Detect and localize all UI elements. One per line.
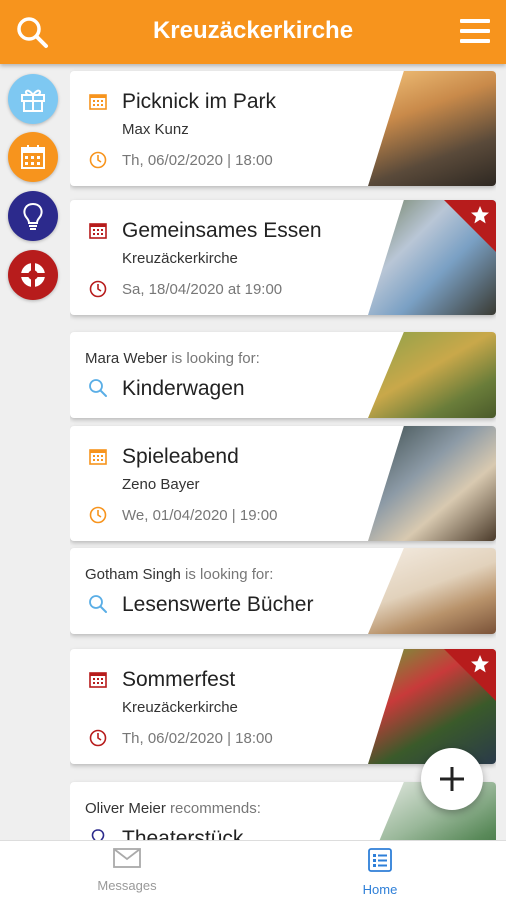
event-date: Sa, 18/04/2020 at 19:00 — [122, 281, 283, 298]
list-icon — [368, 848, 392, 872]
event-organizer: Max Kunz — [122, 121, 189, 138]
idea-category-button[interactable] — [8, 191, 58, 241]
recommend-item: Theaterstück — [122, 827, 244, 840]
event-title: Sommerfest — [122, 668, 236, 691]
app-header: Kreuzäckerkirche — [0, 0, 506, 64]
messages-tab[interactable]: Messages — [72, 847, 182, 893]
event-card[interactable]: Spieleabend Zeno Bayer We, 01/04/2020 | … — [70, 426, 496, 541]
looking-phrase: is looking for: — [180, 566, 274, 583]
help-category-button[interactable] — [8, 250, 58, 300]
lightbulb-icon — [23, 202, 43, 230]
calendar-icon — [89, 223, 107, 239]
event-organizer: Kreuzäckerkirche — [122, 699, 238, 716]
gift-category-button[interactable] — [8, 74, 58, 124]
event-title: Picknick im Park — [122, 90, 277, 113]
calendar-icon — [89, 672, 107, 688]
event-card[interactable]: Gemeinsames Essen Kreuzäckerkirche Sa, 1… — [70, 200, 496, 315]
home-tab[interactable]: Home — [325, 847, 435, 897]
add-button[interactable] — [421, 748, 483, 810]
event-card[interactable]: Picknick im Park Max Kunz Th, 06/02/2020… — [70, 71, 496, 186]
looking-for-line: Gotham Singh is looking for: — [85, 566, 273, 583]
mail-icon — [113, 848, 141, 868]
clock-icon — [89, 151, 107, 169]
category-rail — [0, 64, 64, 840]
event-card[interactable]: Sommerfest Kreuzäckerkirche Th, 06/02/20… — [70, 649, 496, 764]
event-date: Th, 06/02/2020 | 18:00 — [122, 152, 273, 169]
feed: Picknick im Park Max Kunz Th, 06/02/2020… — [70, 64, 496, 840]
lightbulb-icon — [91, 829, 105, 840]
page-title: Kreuzäckerkirche — [152, 17, 354, 44]
person-name: Mara Weber — [85, 350, 168, 367]
event-date: Th, 06/02/2020 | 18:00 — [122, 730, 273, 747]
item-image — [368, 332, 496, 418]
plus-icon — [440, 767, 464, 791]
looking-for-card[interactable]: Gotham Singh is looking for: Lesenswerte… — [70, 548, 496, 634]
lifebuoy-icon — [20, 262, 46, 288]
menu-icon — [460, 19, 490, 43]
calendar-icon — [21, 145, 45, 169]
event-title: Gemeinsames Essen — [122, 219, 322, 242]
looking-for-card[interactable]: Mara Weber is looking for: Kinderwagen — [70, 332, 496, 418]
recommend-phrase: recommends: — [165, 800, 261, 817]
looking-item: Lesenswerte Bücher — [122, 593, 314, 616]
calendar-icon — [89, 449, 107, 465]
clock-icon — [89, 729, 107, 747]
looking-item: Kinderwagen — [122, 377, 245, 400]
menu-button[interactable] — [458, 14, 492, 48]
event-organizer: Zeno Bayer — [122, 476, 200, 493]
home-tab-label: Home — [362, 882, 398, 897]
looking-for-line: Mara Weber is looking for: — [85, 350, 260, 367]
calendar-category-button[interactable] — [8, 132, 58, 182]
item-image — [368, 548, 496, 634]
messages-tab-label: Messages — [97, 878, 157, 893]
looking-phrase: is looking for: — [167, 350, 260, 367]
search-icon — [89, 595, 107, 613]
event-image — [368, 71, 496, 186]
gift-icon — [21, 89, 45, 112]
event-image — [368, 426, 496, 541]
calendar-icon — [89, 94, 107, 110]
event-organizer: Kreuzäckerkirche — [122, 250, 238, 267]
person-name: Oliver Meier — [85, 800, 166, 817]
bottom-navigation: Messages Home — [0, 840, 506, 900]
star-icon — [471, 655, 489, 673]
person-name: Gotham Singh — [85, 566, 181, 583]
recommend-line: Oliver Meier recommends: — [85, 800, 261, 817]
star-icon — [471, 206, 489, 224]
clock-icon — [89, 506, 107, 524]
event-title: Spieleabend — [122, 445, 239, 468]
search-icon — [89, 379, 107, 397]
clock-icon — [89, 280, 107, 298]
event-date: We, 01/04/2020 | 19:00 — [122, 507, 278, 524]
